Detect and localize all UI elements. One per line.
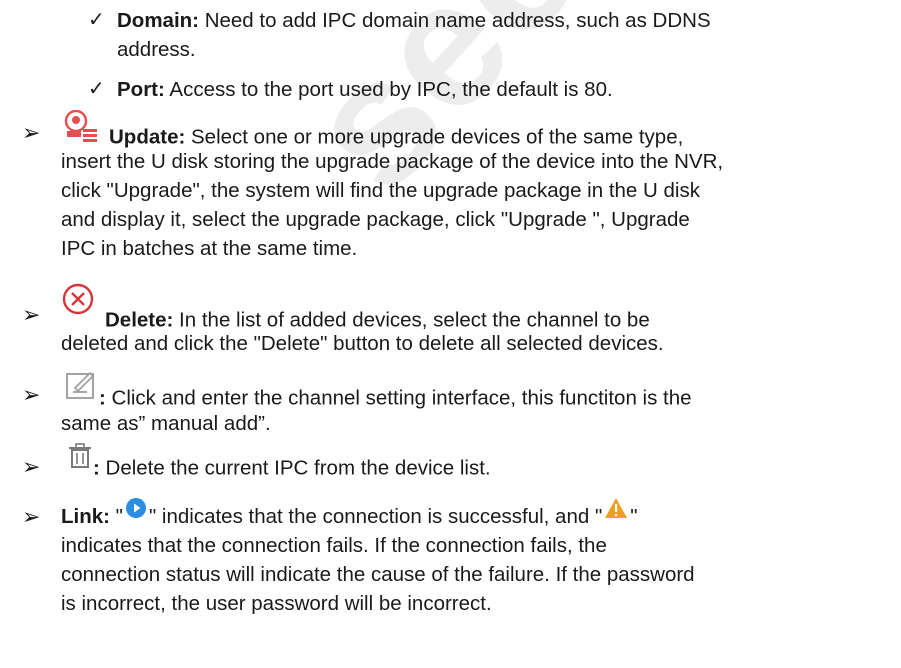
- link-quote-open: ": [109, 505, 123, 528]
- trash-desc: Delete the current IPC from the device l…: [99, 456, 491, 480]
- link-desc-4: is incorrect, the user password will be …: [61, 592, 492, 615]
- update-icon: [61, 109, 101, 150]
- domain-term: Domain:: [117, 9, 199, 32]
- bullet-arrow: ➢: [22, 302, 41, 327]
- port-line: Port: Access to the port used by IPC, th…: [117, 75, 613, 104]
- trash-icon: [67, 443, 93, 477]
- bullet-arrow: ➢: [22, 120, 41, 145]
- domain-line-1: Domain: Need to add IPC domain name addr…: [117, 6, 711, 35]
- edit-icon: [65, 370, 99, 408]
- play-circle-icon: [125, 497, 147, 527]
- port-term: Port:: [117, 78, 165, 101]
- delete-desc-1: In the list of added devices, select the…: [173, 308, 650, 332]
- domain-desc-1: Need to add IPC domain name address, suc…: [199, 9, 711, 32]
- update-desc-5: IPC in batches at the same time.: [61, 237, 358, 260]
- check-mark: ✓: [88, 9, 105, 31]
- link-line-1: Link: " " indicates that the connection …: [61, 497, 638, 533]
- edit-desc-1: Click and enter the channel setting inte…: [105, 386, 692, 410]
- edit-term: :: [99, 386, 106, 410]
- trash-line: : Delete the current IPC from the device…: [61, 443, 491, 486]
- delete-desc-2: deleted and click the "Delete" button to…: [61, 332, 664, 355]
- update-desc-1: Select one or more upgrade devices of th…: [185, 125, 684, 149]
- link-quote-close: ": [630, 505, 638, 528]
- bullet-arrow: ➢: [22, 504, 41, 529]
- trash-term: :: [93, 456, 100, 480]
- link-desc-3: connection status will indicate the caus…: [61, 563, 695, 586]
- link-term: Link:: [61, 505, 110, 528]
- edit-desc-2: same as” manual add”.: [61, 412, 271, 435]
- port-desc: Access to the port used by IPC, the defa…: [164, 78, 613, 101]
- delete-circle-icon: [61, 282, 95, 324]
- link-desc-2: indicates that the connection fails. If …: [61, 534, 607, 557]
- update-desc-2: insert the U disk storing the upgrade pa…: [61, 150, 724, 173]
- update-desc-3: click "Upgrade", the system will find th…: [61, 179, 700, 202]
- delete-term: Delete:: [105, 308, 174, 332]
- warning-icon: [604, 497, 628, 527]
- update-term: Update:: [109, 125, 186, 149]
- check-mark: ✓: [88, 78, 105, 100]
- update-desc-4: and display it, select the upgrade packa…: [61, 208, 690, 231]
- link-desc-1: " indicates that the connection is succe…: [148, 505, 603, 528]
- domain-desc-2: address.: [117, 38, 196, 61]
- bullet-arrow: ➢: [22, 454, 41, 479]
- bullet-arrow: ➢: [22, 382, 41, 407]
